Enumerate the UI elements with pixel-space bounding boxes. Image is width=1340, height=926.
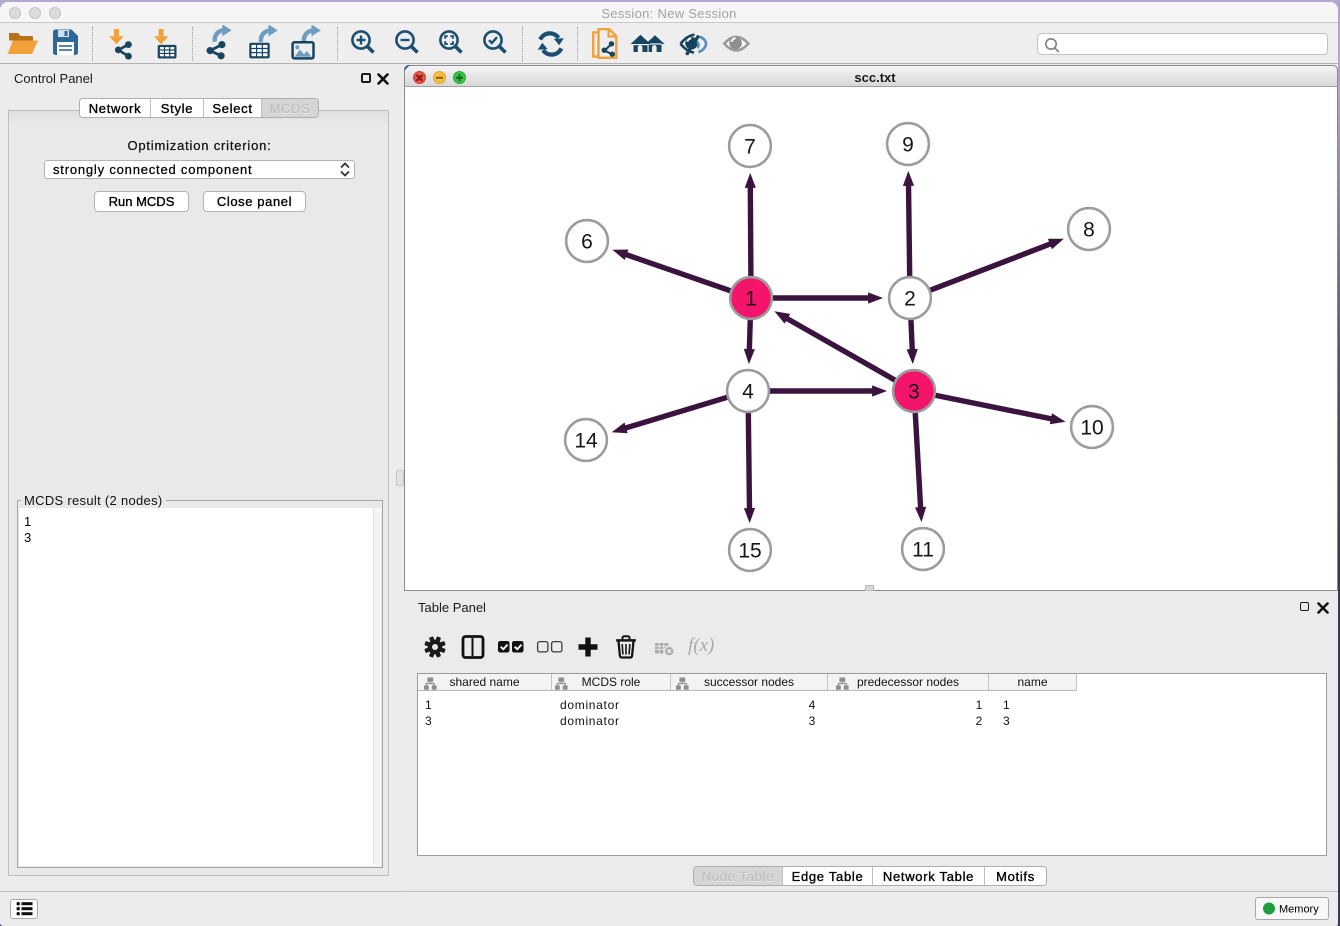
svg-text:8: 8 xyxy=(1083,219,1095,242)
svg-text:Memory: Memory xyxy=(1279,904,1319,916)
svg-text:3: 3 xyxy=(908,381,920,404)
svg-text:4: 4 xyxy=(742,381,754,404)
svg-text:10: 10 xyxy=(1080,417,1103,440)
svg-text:6: 6 xyxy=(581,231,593,254)
svg-text:9: 9 xyxy=(902,134,914,157)
svg-text:2: 2 xyxy=(904,288,916,311)
svg-text:1: 1 xyxy=(745,288,757,311)
svg-text:11: 11 xyxy=(912,539,934,562)
svg-text:7: 7 xyxy=(744,136,756,159)
svg-text:14: 14 xyxy=(574,430,598,453)
svg-text:15: 15 xyxy=(738,540,761,563)
